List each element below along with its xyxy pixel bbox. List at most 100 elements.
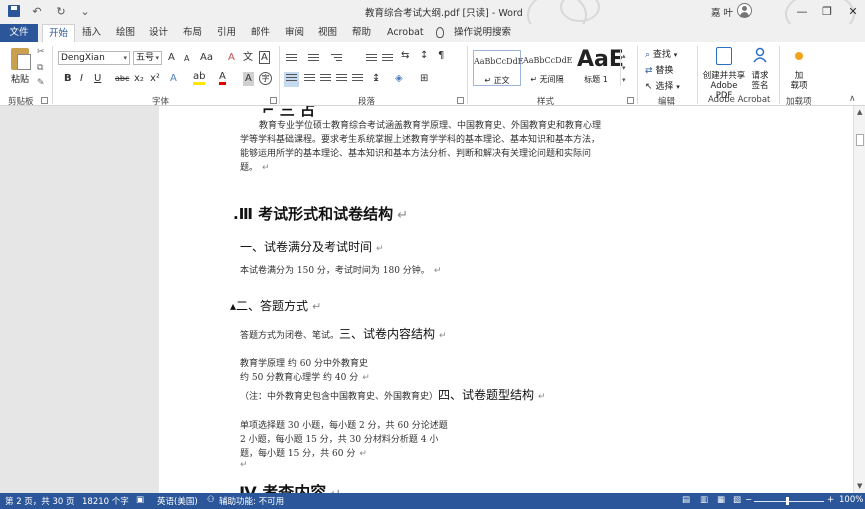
cut-icon[interactable]: ✂: [37, 47, 45, 57]
text-effects-button[interactable]: A: [170, 72, 177, 86]
strikethrough-button[interactable]: abc: [115, 72, 129, 86]
increase-indent-icon[interactable]: [382, 54, 393, 64]
scroll-down-icon[interactable]: ▼: [857, 482, 862, 490]
tab-file[interactable]: 文件: [0, 24, 38, 42]
redo-icon[interactable]: ↻: [54, 4, 68, 18]
distributed-icon[interactable]: [352, 74, 363, 84]
scroll-up-icon[interactable]: ▲: [857, 108, 862, 116]
minimize-button[interactable]: —: [793, 2, 811, 20]
chinese-layout-icon[interactable]: ⇆: [401, 49, 409, 63]
print-layout-icon[interactable]: ▦: [717, 495, 725, 505]
tab-draw[interactable]: 绘图: [110, 24, 141, 42]
paragraph-launcher-icon[interactable]: [457, 97, 464, 104]
tab-layout[interactable]: 布局: [177, 24, 208, 42]
styles-launcher-icon[interactable]: [627, 97, 634, 104]
tab-design[interactable]: 设计: [143, 24, 174, 42]
user-name[interactable]: 嘉 叶: [711, 5, 733, 19]
align-right-icon[interactable]: [320, 74, 331, 84]
grow-font-button[interactable]: A: [168, 51, 175, 65]
zoom-level[interactable]: 100%: [839, 495, 863, 505]
style-name: 标题 1: [584, 75, 608, 84]
group-divider: [779, 46, 780, 104]
accessibility-status[interactable]: 辅助功能: 不可用: [219, 495, 284, 507]
shading-icon[interactable]: ◈: [395, 72, 403, 86]
style-normal[interactable]: AaBbCcDdE ↵ 正文: [473, 50, 524, 86]
zoom-in-icon[interactable]: +: [827, 495, 834, 505]
borders-icon[interactable]: ⊞: [420, 72, 428, 86]
tab-references[interactable]: 引用: [211, 24, 242, 42]
font-launcher-icon[interactable]: [270, 97, 277, 104]
styles-gallery-scroll[interactable]: ▴ ▾ ▾: [620, 50, 630, 86]
enclose-characters-button[interactable]: 字: [259, 72, 272, 85]
bold-button[interactable]: B: [64, 72, 72, 86]
justify-icon[interactable]: [336, 74, 347, 84]
highlight-button[interactable]: ab: [193, 72, 206, 85]
italic-button[interactable]: I: [80, 72, 83, 86]
clipboard-launcher-icon[interactable]: [41, 97, 48, 104]
tab-acrobat[interactable]: Acrobat: [381, 24, 430, 42]
align-center-icon[interactable]: [304, 74, 315, 84]
tab-review[interactable]: 审阅: [279, 24, 310, 42]
clear-formatting-button[interactable]: A: [228, 51, 235, 65]
tell-me-search[interactable]: 操作说明搜索: [448, 24, 517, 42]
sort-icon[interactable]: ↕: [420, 49, 428, 63]
page-count[interactable]: 第 2 页，共 30 页: [5, 495, 75, 507]
vertical-scrollbar[interactable]: ▲ ▼: [853, 106, 865, 493]
align-left-icon[interactable]: [284, 72, 299, 87]
show-marks-icon[interactable]: ¶: [438, 49, 444, 63]
font-size-combobox[interactable]: 五号 ▾: [133, 51, 162, 65]
close-button[interactable]: ✕: [844, 2, 862, 20]
format-painter-icon[interactable]: ✎: [37, 78, 45, 88]
zoom-out-icon[interactable]: −: [745, 495, 752, 505]
font-color-button[interactable]: A: [219, 72, 226, 85]
tab-view[interactable]: 视图: [312, 24, 343, 42]
underline-button[interactable]: U: [94, 72, 101, 86]
superscript-button[interactable]: x²: [150, 72, 160, 86]
zoom-slider-thumb[interactable]: [786, 497, 789, 505]
decrease-indent-icon[interactable]: [366, 54, 377, 64]
web-layout-icon[interactable]: ▧: [733, 495, 741, 505]
find-button[interactable]: ⌕ 查找 ▾: [645, 47, 677, 60]
copy-icon[interactable]: ⧉: [37, 63, 43, 73]
font-name-combobox[interactable]: DengXian ▾: [58, 51, 130, 65]
select-button[interactable]: ↖ 选择 ▾: [645, 79, 680, 92]
scroll-thumb[interactable]: [856, 134, 864, 146]
proofing-icon[interactable]: ▣: [136, 495, 144, 505]
shrink-font-button[interactable]: A: [184, 52, 189, 66]
change-case-button[interactable]: Aa: [200, 51, 213, 65]
bullets-icon[interactable]: [286, 54, 297, 64]
document-page[interactable]: ⌐ 三 占 教育专业学位硕士教育综合考试涵盖教育学原理、中国教育史、外国教育史和…: [159, 106, 853, 493]
zoom-slider[interactable]: [754, 501, 824, 502]
restore-button[interactable]: ❐: [818, 2, 836, 20]
collapse-ribbon-icon[interactable]: ∧: [849, 94, 856, 104]
character-border-button[interactable]: A: [259, 51, 270, 64]
phonetic-guide-button[interactable]: 文: [243, 51, 253, 65]
tab-home[interactable]: 开始: [42, 24, 76, 42]
language-indicator[interactable]: 英语(美国): [157, 495, 198, 507]
numbering-icon[interactable]: [308, 54, 319, 64]
focus-mode-icon[interactable]: ▤: [682, 495, 690, 505]
replace-button[interactable]: ⇄ 替换: [645, 63, 673, 76]
style-no-spacing[interactable]: AaBbCcDdE ↵ 无间隔: [523, 50, 573, 86]
avatar[interactable]: [737, 3, 752, 18]
tab-help[interactable]: 帮助: [346, 24, 377, 42]
style-name: ↵ 无间隔: [530, 75, 564, 84]
section-heading: .Ⅳ 考查内容↵: [233, 479, 341, 493]
subscript-button[interactable]: x₂: [134, 72, 144, 86]
style-name: ↵ 正文: [484, 76, 510, 85]
tab-insert[interactable]: 插入: [76, 24, 107, 42]
line-spacing-icon[interactable]: ↨: [372, 72, 380, 86]
multilevel-list-icon[interactable]: [331, 54, 342, 64]
paste-icon[interactable]: [11, 48, 31, 70]
request-signature-button[interactable]: 请求 签名: [748, 71, 772, 91]
paste-button[interactable]: 粘贴: [11, 72, 29, 85]
customize-qat-icon[interactable]: ⌄: [78, 4, 92, 18]
undo-icon[interactable]: ↶: [30, 4, 44, 18]
paragraph-mark: ↵: [262, 163, 270, 173]
add-ins-button[interactable]: 加 载项: [788, 71, 810, 91]
character-shading-button[interactable]: A: [243, 72, 254, 86]
word-count[interactable]: 18210 个字: [82, 495, 129, 507]
read-mode-icon[interactable]: ▥: [700, 495, 708, 505]
save-icon[interactable]: [8, 5, 20, 17]
tab-mailings[interactable]: 邮件: [245, 24, 276, 42]
